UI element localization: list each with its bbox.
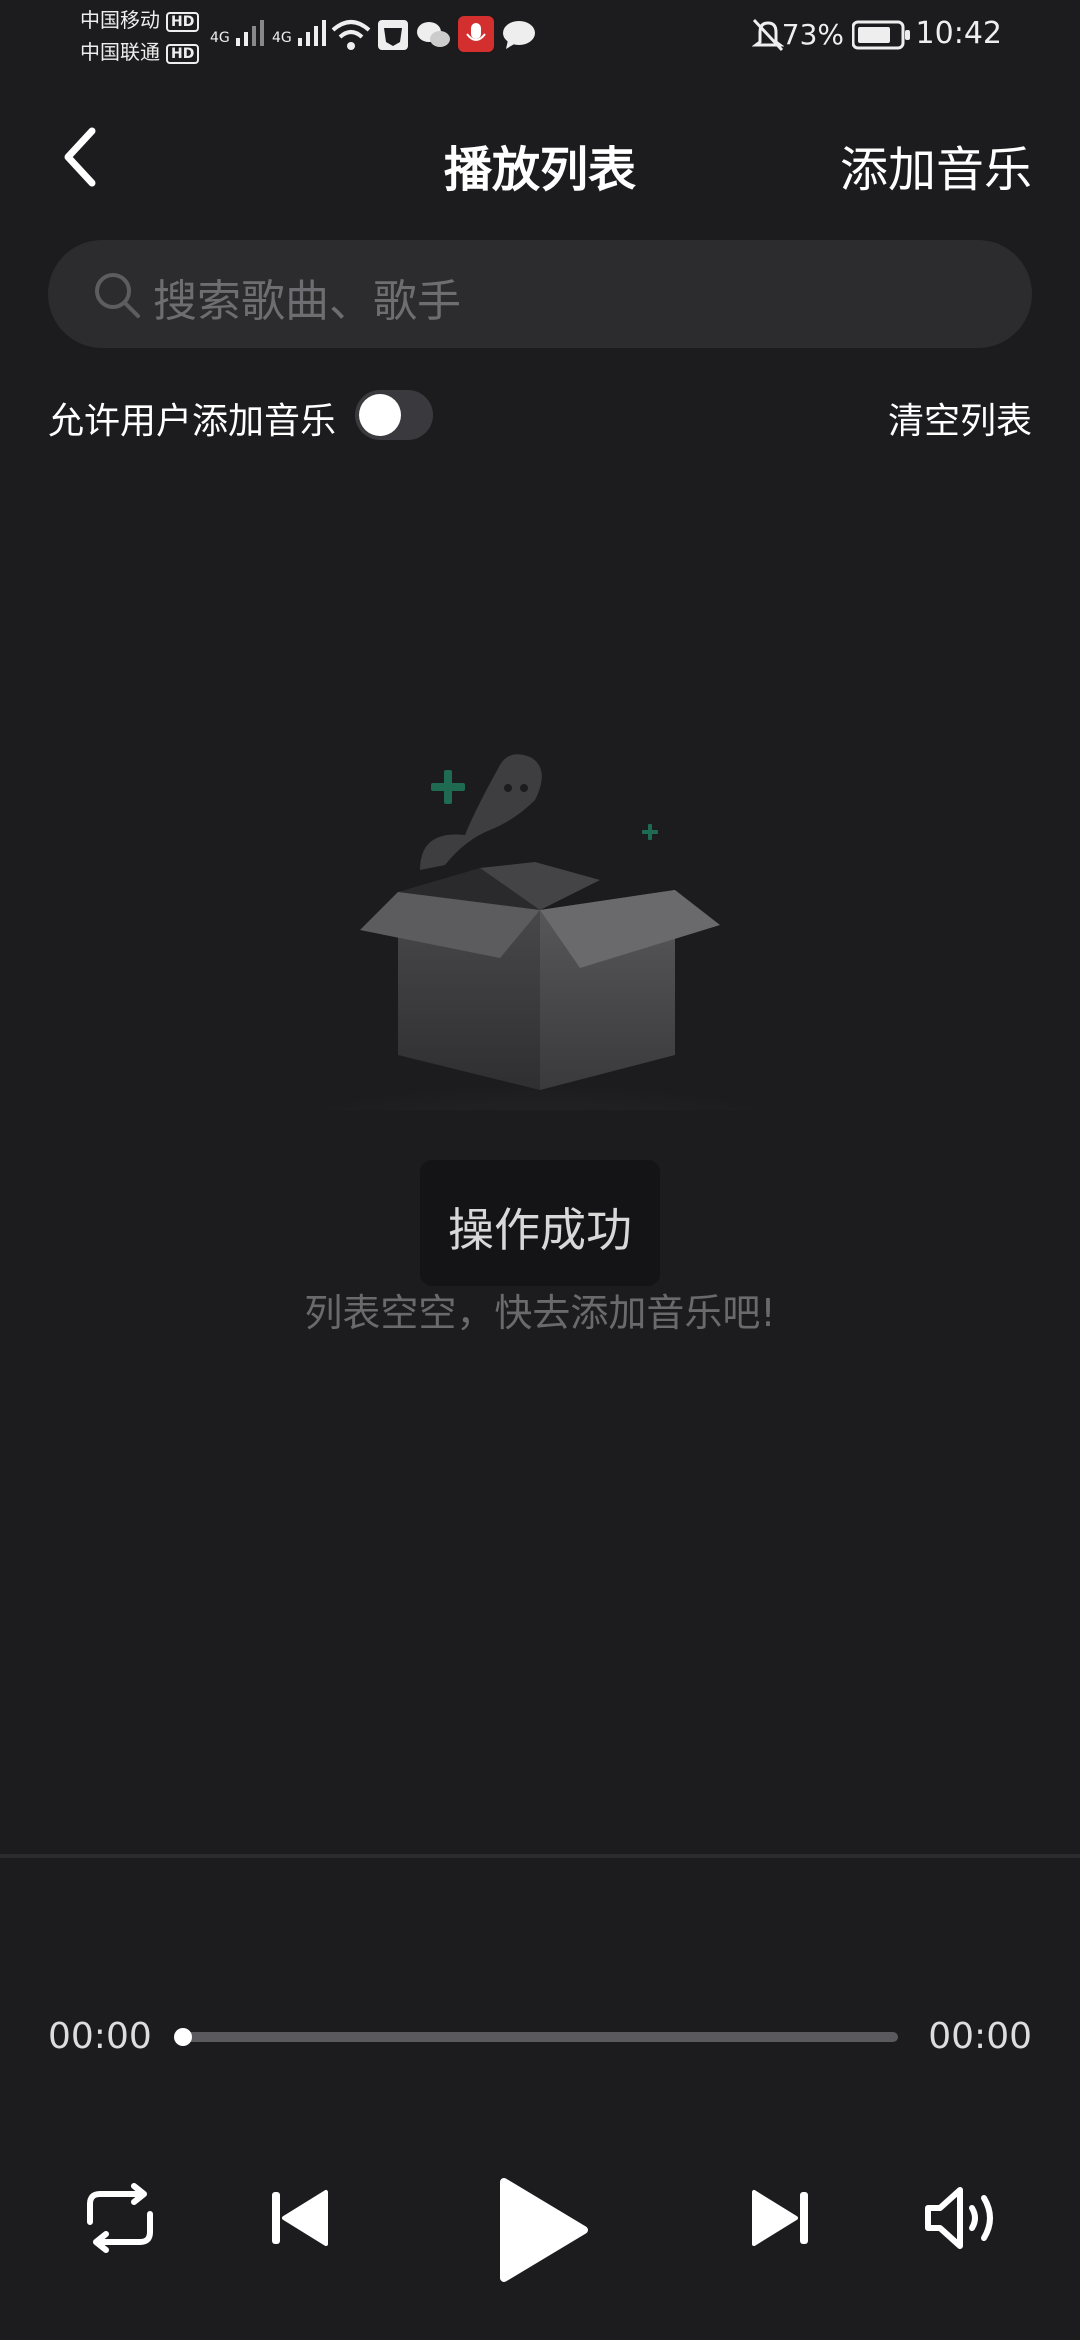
progress-thumb[interactable] xyxy=(174,2028,192,2046)
total-time: 00:00 xyxy=(928,2016,1032,2057)
carrier-1: 中国移动 HD xyxy=(80,4,200,36)
next-icon[interactable] xyxy=(748,2182,812,2254)
toast-message: 操作成功 xyxy=(448,1203,632,1257)
network-type-1: 4G xyxy=(210,30,230,46)
status-bar: 中国移动 HD 中国联通 HD 4G 4G 73% 10:42 xyxy=(0,0,1080,70)
carrier-2: 中国联通 HD xyxy=(80,36,200,68)
network-type-2: 4G xyxy=(272,30,292,46)
search-bar[interactable]: 搜索歌曲、歌手 xyxy=(48,240,1032,348)
allow-user-add-label: 允许用户添加音乐 xyxy=(48,401,337,442)
search-icon xyxy=(95,273,140,318)
battery-icon xyxy=(852,20,910,50)
search-input[interactable]: 搜索歌曲、歌手 xyxy=(153,265,461,329)
clock: 10:42 xyxy=(915,16,1002,51)
mask-app-icon xyxy=(378,20,408,50)
wechat-icon xyxy=(417,22,450,47)
divider xyxy=(0,1854,1080,1858)
microphone-icon xyxy=(458,16,494,52)
signal-icon xyxy=(236,20,265,46)
mute-bell-icon xyxy=(752,18,784,52)
network-2: 4G xyxy=(272,16,332,46)
plus-decoration xyxy=(431,770,658,840)
hd-badge-2: HD xyxy=(166,43,200,64)
clear-list-button[interactable]: 清空列表 xyxy=(888,392,1032,444)
volume-icon[interactable] xyxy=(922,2182,1004,2254)
current-time: 00:00 xyxy=(48,2016,152,2057)
signal-icon-2 xyxy=(298,20,327,46)
previous-icon[interactable] xyxy=(268,2182,332,2254)
wifi-icon xyxy=(331,20,371,50)
toast: 操作成功 xyxy=(420,1160,660,1286)
message-icon xyxy=(503,21,535,49)
empty-box-illustration xyxy=(250,754,830,1110)
repeat-icon[interactable] xyxy=(76,2182,164,2254)
carrier-name-1: 中国移动 xyxy=(80,8,160,32)
allow-user-add-toggle[interactable] xyxy=(355,390,433,440)
battery-percent: 73% xyxy=(781,18,844,51)
carrier-name-2: 中国联通 xyxy=(80,40,160,64)
play-icon[interactable] xyxy=(496,2176,590,2284)
empty-list-message: 列表空空，快去添加音乐吧! xyxy=(304,1291,776,1335)
add-music-button[interactable]: 添加音乐 xyxy=(840,130,1032,200)
hd-badge-1: HD xyxy=(166,11,200,32)
network-1: 4G xyxy=(210,16,270,46)
progress-bar[interactable] xyxy=(182,2032,898,2042)
toggle-knob xyxy=(359,394,401,436)
